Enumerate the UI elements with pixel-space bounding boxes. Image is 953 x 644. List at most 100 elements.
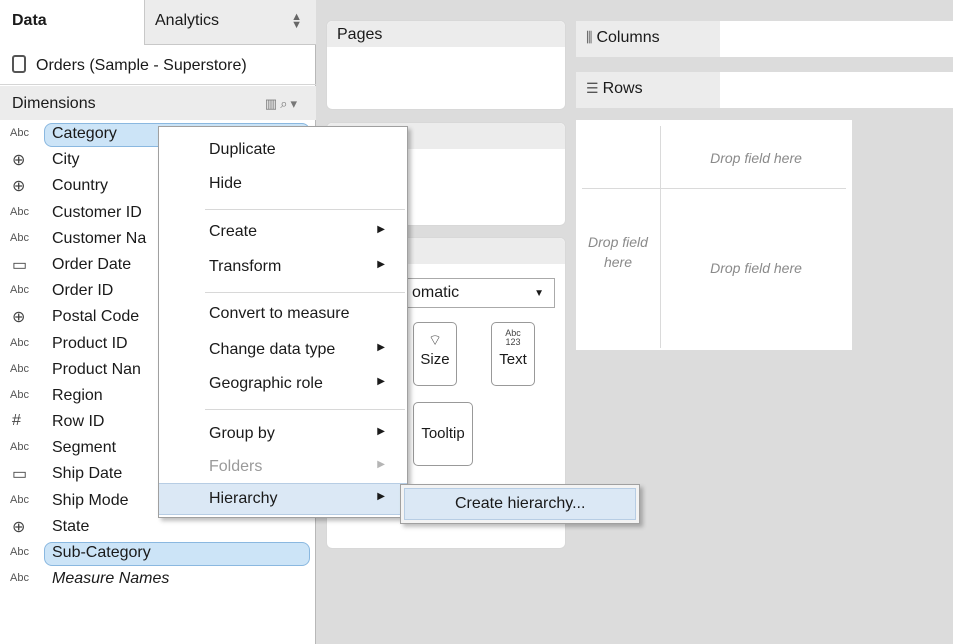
dimension-field-label: Order ID <box>52 282 114 300</box>
globe-icon: ⊕ <box>12 518 26 536</box>
dimension-field-label: Ship Date <box>52 465 123 483</box>
menu-item-label: Hierarchy <box>209 490 278 507</box>
menu-item-geographic-role[interactable]: Geographic role ▶ <box>159 369 407 401</box>
rows-shelf[interactable]: ☰ Rows <box>576 72 953 108</box>
datasource-icon <box>12 55 26 73</box>
abc-icon: Abc <box>10 362 29 375</box>
menu-separator <box>205 409 405 410</box>
drop-zone-rows[interactable]: Drop field here <box>584 232 652 272</box>
menu-separator <box>205 209 405 210</box>
text-button[interactable]: Abc 123 Text <box>491 322 535 386</box>
menu-item-create[interactable]: Create ▶ <box>159 217 407 249</box>
globe-icon: ⊕ <box>12 309 26 327</box>
abc-icon: Abc <box>10 441 29 454</box>
columns-label-box: ⫼ Columns <box>576 21 720 57</box>
submenu-arrow-icon: ▶ <box>377 224 385 235</box>
tooltip-button[interactable]: Tooltip <box>413 402 473 466</box>
tab-scroll-arrows-icon[interactable]: ▲ ▼ <box>291 12 302 31</box>
abc-icon: Abc <box>10 231 29 244</box>
dimension-field-label: Customer ID <box>52 203 142 221</box>
menu-item-create-hierarchy[interactable]: Create hierarchy... <box>404 488 636 520</box>
mark-type-select[interactable]: omatic ▼ <box>383 278 555 308</box>
menu-item-group-by[interactable]: Group by ▶ <box>159 419 407 451</box>
abc-icon: Abc <box>10 284 29 297</box>
view-divider-h <box>582 188 846 189</box>
size-label: Size <box>420 351 450 368</box>
dimension-field-label: City <box>52 151 80 169</box>
dimension-field-label: Measure Names <box>52 570 170 588</box>
dimension-field-label: Ship Mode <box>52 491 129 509</box>
menu-item-label: Convert to measure <box>209 305 350 322</box>
menu-item-label: Change data type <box>209 341 336 358</box>
abc-icon: Abc <box>10 205 29 218</box>
mark-type-value: omatic <box>412 284 460 301</box>
dimension-field[interactable]: Abc Measure Names <box>0 567 316 593</box>
columns-icon: ⫼ <box>586 29 593 45</box>
menu-item-label: Geographic role <box>209 375 323 392</box>
view-divider-v <box>660 126 661 348</box>
menu-item-convert-to-measure[interactable]: Convert to measure <box>159 299 407 331</box>
dimension-field-label: Postal Code <box>52 308 140 326</box>
dimension-field-label: Row ID <box>52 413 105 431</box>
abc-icon: Abc <box>10 127 29 139</box>
globe-icon: ⊕ <box>12 178 26 196</box>
dimension-field-label: Product Nan <box>52 360 141 378</box>
drop-zone-columns[interactable]: Drop field here <box>666 150 846 166</box>
globe-icon: ⊕ <box>12 152 26 170</box>
dimension-field-label: Order Date <box>52 255 132 273</box>
menu-item-label: Folders <box>209 458 263 475</box>
menu-item-hierarchy[interactable]: Hierarchy ▶ <box>159 483 407 515</box>
dimension-field-label: State <box>52 517 90 535</box>
tab-analytics-label: Analytics <box>155 12 220 29</box>
menu-item-label: Group by <box>209 425 275 442</box>
dimension-field-label: Sub-Category <box>52 544 151 561</box>
abc-icon: Abc <box>10 546 29 558</box>
menu-item-hide[interactable]: Hide <box>159 169 407 201</box>
text-label: Text <box>499 351 527 368</box>
menu-item-label: Hide <box>209 175 242 192</box>
columns-shelf[interactable]: ⫼ Columns <box>576 21 953 57</box>
submenu-arrow-icon: ▶ <box>377 259 385 270</box>
dimension-field-label: Category <box>52 125 117 142</box>
menu-item-change-data-type[interactable]: Change data type ▶ <box>159 335 407 367</box>
chevron-down-icon[interactable]: ▾ <box>290 96 300 111</box>
menu-item-transform[interactable]: Transform ▶ <box>159 252 407 284</box>
chevron-down-icon: ▼ <box>534 288 544 299</box>
abc-icon: Abc <box>10 493 29 506</box>
datasource-name: Orders (Sample - Superstore) <box>36 57 247 74</box>
dimension-field-label: Region <box>52 386 103 404</box>
submenu-arrow-icon: ▶ <box>377 426 385 437</box>
submenu-arrow-icon: ▶ <box>377 491 385 502</box>
submenu-arrow-icon: ▶ <box>377 342 385 353</box>
search-icon[interactable]: ⌕ <box>280 96 290 111</box>
drop-zone-center[interactable]: Drop field here <box>666 260 846 276</box>
dimensions-label: Dimensions <box>12 95 96 112</box>
tab-data[interactable]: Data <box>0 0 144 45</box>
menu-item-label: Duplicate <box>209 141 276 158</box>
tab-analytics[interactable]: Analytics ▲ ▼ <box>144 0 316 45</box>
menu-item-duplicate[interactable]: Duplicate <box>159 135 407 167</box>
abc-icon: Abc <box>10 388 29 401</box>
view-toggle-icon[interactable]: ▥ <box>265 96 280 111</box>
menu-separator <box>205 292 405 293</box>
menu-item-folders: Folders ▶ <box>159 452 407 484</box>
pages-shelf[interactable]: Pages <box>326 20 566 110</box>
abc-icon: Abc <box>10 336 29 349</box>
menu-item-label: Transform <box>209 258 282 275</box>
rows-icon: ☰ <box>586 80 599 96</box>
size-icon: ⌔ <box>427 332 443 349</box>
rows-label: Rows <box>602 80 643 97</box>
hash-icon: # <box>12 412 21 430</box>
dimensions-tools: ▥⌕▾ <box>265 96 300 112</box>
dimension-field-label: Segment <box>52 439 117 457</box>
datasource-item[interactable]: Orders (Sample - Superstore) <box>0 45 316 85</box>
dimension-field[interactable]: ⊕ State <box>0 515 316 541</box>
tooltip-label: Tooltip <box>421 425 465 442</box>
calendar-icon: ▭ <box>12 466 28 484</box>
size-button[interactable]: ⌔ Size <box>413 322 457 386</box>
dimensions-header: Dimensions ▥⌕▾ <box>0 86 316 120</box>
text-icon: Abc 123 <box>505 328 521 347</box>
dimension-field[interactable]: Abc Sub-Category <box>0 541 316 567</box>
columns-label: Columns <box>596 29 660 46</box>
submenu-arrow-icon: ▶ <box>377 459 385 470</box>
